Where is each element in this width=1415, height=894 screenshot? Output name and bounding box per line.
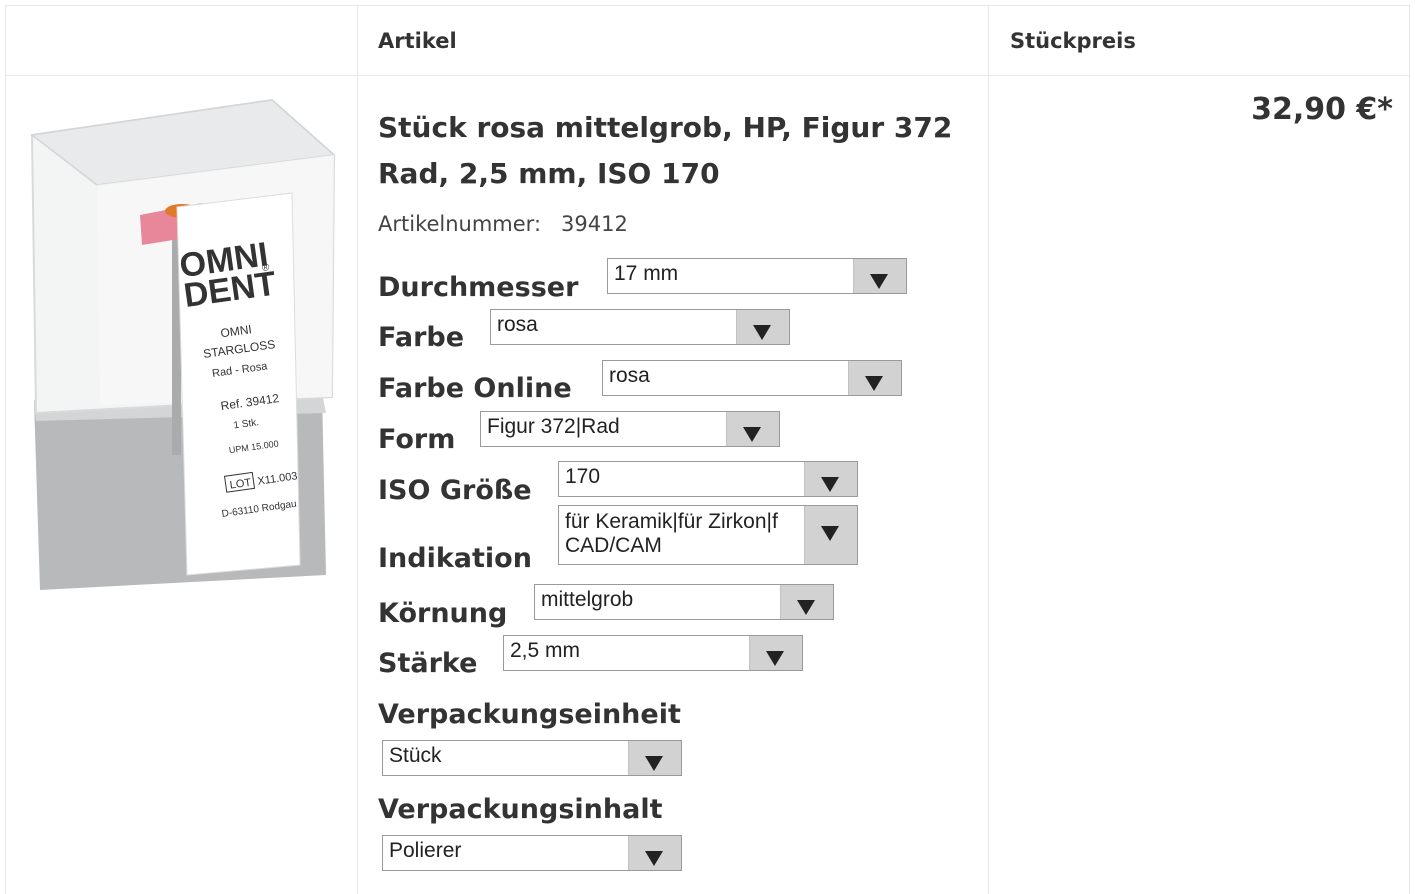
select-value: 17 mm (614, 262, 679, 285)
dropdown-arrow-icon (753, 325, 771, 340)
label-farbe-online: Farbe Online (378, 373, 572, 404)
dropdown-button[interactable] (853, 259, 906, 293)
label-indikation: Indikation (378, 543, 532, 574)
select-value: Stück (389, 744, 442, 767)
select-indikation[interactable]: für Keramik|für Zirkon|f CAD/CAM (558, 505, 858, 565)
dropdown-button[interactable] (726, 412, 779, 446)
column-header-article: Artikel (378, 29, 457, 53)
article-number: Artikelnummer: 39412 (378, 212, 628, 236)
dropdown-button[interactable] (749, 636, 802, 670)
select-value: mittelgrob (541, 588, 634, 611)
column-header-unit-price: Stückpreis (1010, 29, 1136, 53)
header-divider (5, 75, 1410, 76)
product-title[interactable]: Stück rosa mittelgrob, HP, Figur 372 Rad… (378, 105, 978, 197)
column-divider (357, 5, 358, 894)
select-verpackungsinhalt[interactable]: Polierer (382, 835, 682, 871)
select-value: rosa (609, 364, 650, 387)
article-number-value: 39412 (561, 212, 628, 236)
label-verpackungseinheit: Verpackungseinheit (378, 699, 681, 730)
select-value: 2,5 mm (510, 639, 581, 662)
label-koernung: Körnung (378, 598, 508, 629)
select-farbe[interactable]: rosa (490, 309, 790, 345)
dropdown-button[interactable] (628, 836, 681, 870)
dropdown-button[interactable] (628, 741, 681, 775)
dropdown-arrow-icon (821, 477, 839, 492)
select-value: für Keramik|für Zirkon|f CAD/CAM (565, 510, 778, 557)
select-koernung[interactable]: mittelgrob (534, 584, 834, 620)
select-verpackungseinheit[interactable]: Stück (382, 740, 682, 776)
dropdown-arrow-icon (766, 651, 784, 666)
select-staerke[interactable]: 2,5 mm (503, 635, 803, 671)
select-iso-groesse[interactable]: 170 (558, 461, 858, 497)
label-iso-groesse: ISO Größe (378, 475, 532, 506)
dropdown-button[interactable] (848, 361, 901, 395)
dropdown-button[interactable] (804, 462, 857, 496)
select-farbe-online[interactable]: rosa (602, 360, 902, 396)
dropdown-arrow-icon (743, 427, 761, 442)
dropdown-button[interactable] (804, 506, 857, 564)
article-number-label: Artikelnummer: (378, 212, 542, 236)
dropdown-arrow-icon (870, 274, 888, 289)
label-verpackungsinhalt: Verpackungsinhalt (378, 794, 663, 825)
column-divider (988, 5, 989, 894)
select-form[interactable]: Figur 372|Rad (480, 411, 780, 447)
label-staerke: Stärke (378, 648, 478, 679)
label-farbe: Farbe (378, 322, 465, 353)
label-durchmesser: Durchmesser (378, 272, 579, 303)
unit-price: 32,90 €* (1251, 92, 1393, 127)
select-value: Polierer (389, 839, 462, 862)
label-form: Form (378, 424, 456, 455)
dropdown-arrow-icon (797, 600, 815, 615)
product-image[interactable]: OMNI DENT ® OMNI STARGLOSS Rad - Rosa Re… (22, 95, 340, 595)
dropdown-arrow-icon (645, 851, 663, 866)
select-durchmesser[interactable]: 17 mm (607, 258, 907, 294)
dropdown-button[interactable] (780, 585, 833, 619)
dropdown-arrow-icon (645, 756, 663, 771)
select-value: rosa (497, 313, 538, 336)
select-value: 170 (565, 465, 601, 488)
dropdown-arrow-icon (865, 376, 883, 391)
select-value: Figur 372|Rad (487, 415, 620, 438)
dropdown-arrow-icon (821, 526, 839, 541)
dropdown-button[interactable] (736, 310, 789, 344)
